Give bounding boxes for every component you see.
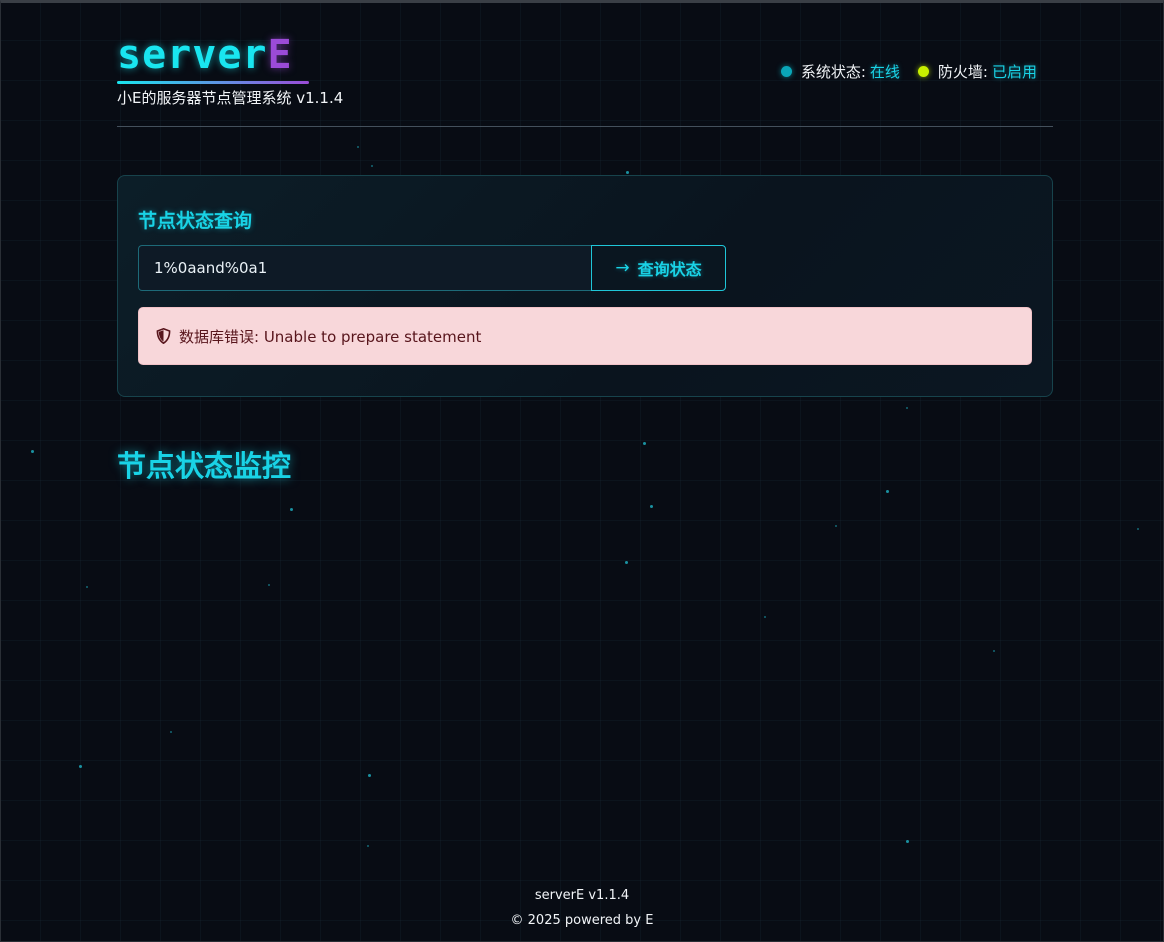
system-status: 系统状态: 在线 bbox=[780, 61, 900, 82]
firewall-indicator-icon bbox=[917, 66, 929, 77]
particle bbox=[626, 171, 629, 174]
app-subtitle: 小E的服务器节点管理系统 v1.1.4 bbox=[117, 89, 344, 107]
particle bbox=[764, 616, 766, 618]
particle bbox=[906, 840, 909, 843]
logo-accent: E bbox=[267, 32, 293, 78]
page-footer: serverE v1.1.4 © 2025 powered by E bbox=[1, 883, 1163, 933]
error-alert: 数据库错误: Unable to prepare statement bbox=[138, 307, 1032, 365]
node-id-input[interactable] bbox=[138, 245, 592, 291]
system-status-value: 在线 bbox=[869, 63, 900, 81]
query-status-button[interactable]: → 查询状态 bbox=[591, 245, 726, 291]
status-indicator-icon bbox=[780, 66, 792, 77]
query-button-label: 查询状态 bbox=[637, 260, 702, 279]
particle bbox=[906, 407, 908, 409]
particle bbox=[31, 450, 34, 453]
particle bbox=[357, 146, 359, 148]
firewall-status-label: 防火墙: bbox=[937, 63, 988, 81]
error-message: 数据库错误: Unable to prepare statement bbox=[179, 327, 482, 346]
particle bbox=[886, 490, 889, 493]
particle bbox=[368, 774, 371, 777]
particle bbox=[371, 165, 373, 167]
system-status-label: 系统状态: bbox=[800, 63, 866, 81]
node-query-title: 节点状态查询 bbox=[138, 210, 253, 232]
page-header: serverE 小E的服务器节点管理系统 v1.1.4 系统状态: 在线 防火墙… bbox=[117, 31, 1053, 127]
particle bbox=[290, 508, 293, 511]
footer-copyright: © 2025 powered by E bbox=[510, 913, 654, 928]
particle bbox=[86, 586, 88, 588]
firewall-status-value: 已启用 bbox=[991, 63, 1037, 81]
particle bbox=[625, 561, 628, 564]
firewall-status: 防火墙: 已启用 bbox=[917, 61, 1037, 82]
status-bar: 系统状态: 在线 防火墙: 已启用 bbox=[763, 61, 1037, 82]
particle bbox=[79, 765, 82, 768]
particle bbox=[1137, 528, 1139, 530]
logo-underline bbox=[117, 81, 309, 84]
logo-text: server bbox=[117, 32, 268, 78]
shield-halved-icon bbox=[156, 327, 171, 345]
particle bbox=[367, 845, 369, 847]
node-query-card: 节点状态查询 → 查询状态 数据库错误: Unable to prepare s… bbox=[117, 175, 1053, 397]
particle bbox=[268, 584, 270, 586]
particle bbox=[650, 505, 653, 508]
particle bbox=[835, 525, 837, 527]
particle bbox=[170, 731, 172, 733]
particle bbox=[993, 650, 995, 652]
monitor-section-title: 节点状态监控 bbox=[117, 449, 292, 483]
particle bbox=[643, 442, 646, 445]
arrow-right-icon: → bbox=[615, 258, 630, 278]
footer-version: serverE v1.1.4 bbox=[534, 888, 630, 903]
